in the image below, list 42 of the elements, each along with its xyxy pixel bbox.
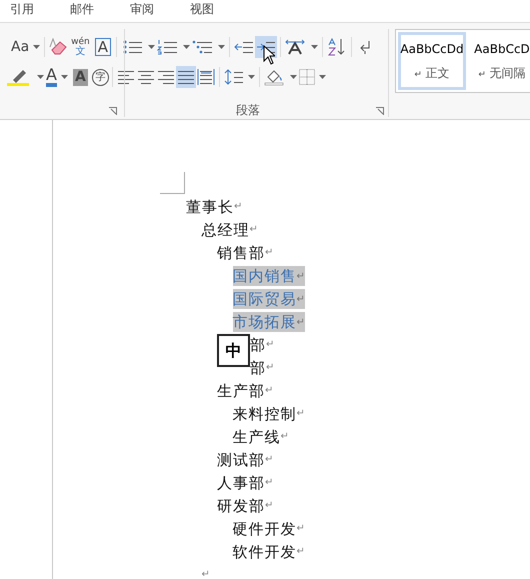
paragraph-mark: ↵ <box>296 407 305 421</box>
paragraph-mark: ↵ <box>250 223 258 237</box>
paragraph-mark: ↵ <box>265 476 274 490</box>
paragraph-mark: ↵ <box>265 453 274 467</box>
paragraph-text: 来料控制 <box>232 404 296 424</box>
paragraph-mark: ↵ <box>266 361 274 375</box>
paragraph-text: 销售部 <box>217 242 265 262</box>
paragraph-text: 市场拓展 <box>232 312 296 332</box>
paragraph-text: 生产线 <box>232 426 280 446</box>
paragraph-text: 部 <box>250 334 266 354</box>
paragraph-mark: ↵ <box>280 430 289 444</box>
paragraph-text: 硬件开发 <box>232 518 296 538</box>
paragraph-text: 生产部 <box>217 380 265 400</box>
phonetic-guide-button[interactable]: wén 文 <box>70 36 91 58</box>
paragraph-text: 软件开发 <box>232 542 296 562</box>
paragraph-mark: ↵ <box>265 499 274 513</box>
font-color-button[interactable]: A <box>45 66 69 88</box>
ribbon-tab[interactable]: 视图 <box>190 2 214 22</box>
paragraph-text: 测试部 <box>217 450 265 470</box>
paragraph-text: 部 <box>250 358 266 378</box>
style-option[interactable]: AaBbCcDd ↵ 正文 <box>398 32 466 90</box>
group-label: 段落 <box>236 102 260 119</box>
paragraph-text: 研发部 <box>217 496 265 516</box>
paragraph-mark: ↵ <box>265 246 274 260</box>
paragraph-text: 总经理 <box>202 220 250 240</box>
paragraph-mark: ↵ <box>296 545 305 559</box>
paragraph-text: 国内销售 <box>232 266 296 286</box>
ribbon-tab[interactable]: 邮件 <box>70 2 94 22</box>
paragraph-text: 董事长 <box>186 196 234 216</box>
character-border-button[interactable]: A <box>94 38 112 56</box>
paragraph-mark: ↵ <box>266 338 274 352</box>
ribbon-tab[interactable]: 审阅 <box>130 2 154 22</box>
paragraph-mark: ↵ <box>202 568 210 579</box>
paragraph-text: 国际贸易 <box>232 288 296 308</box>
paragraph-mark: ↵ <box>296 522 305 536</box>
paragraph-mark: ↵ <box>265 384 274 398</box>
paragraph-mark: ↵ <box>234 200 242 214</box>
ribbon-tab[interactable]: 引用 <box>10 2 34 22</box>
change-case-button[interactable]: Aa <box>10 36 42 58</box>
ime-indicator: 中 <box>217 334 250 367</box>
paragraph-text: 人事部 <box>217 472 265 492</box>
enclose-characters-button[interactable]: 字 <box>92 68 109 86</box>
